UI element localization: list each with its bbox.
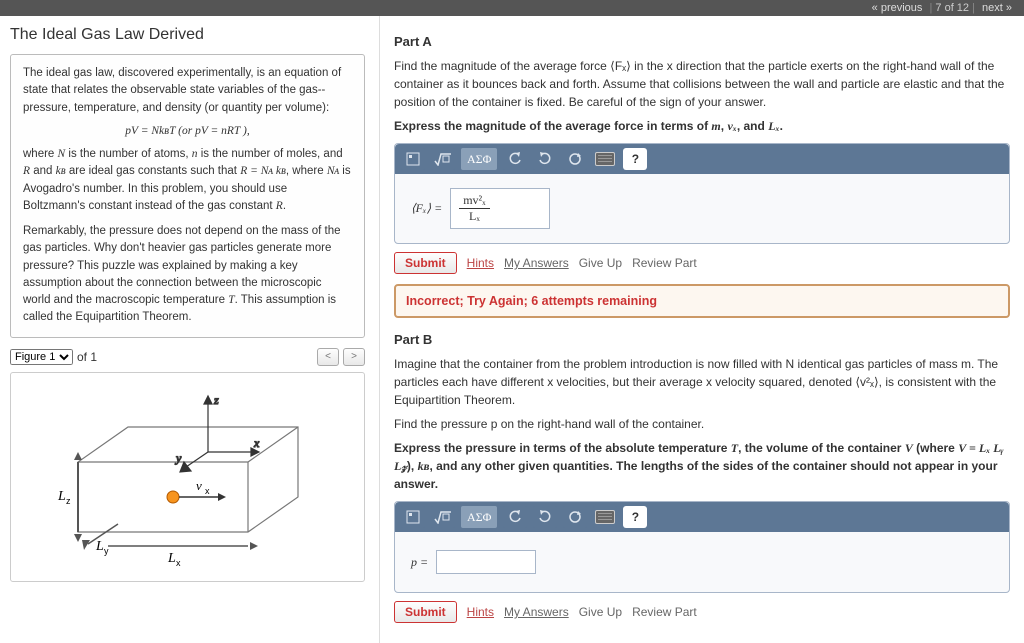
part-a-title: Part A [394,34,1010,49]
part-a-answer-field[interactable]: mv²ₓLₓ [450,188,550,229]
svg-text:y: y [175,451,182,465]
intro-p3: Remarkably, the pressure does not depend… [23,223,352,327]
svg-text:x: x [176,558,181,568]
part-a-prompt: Find the magnitude of the average force … [394,57,1010,111]
redo-icon[interactable] [533,148,557,170]
figure-diagram: Lz Lx Ly v⃗x z x y [10,372,365,582]
feedback-message: Incorrect; Try Again; 6 attempts remaini… [394,284,1010,318]
keyboard-icon[interactable] [593,148,617,170]
part-b-title: Part B [394,332,1010,347]
part-a-lhs: ⟨Fₓ⟩ = [411,201,442,216]
help-button[interactable]: ? [623,506,647,528]
svg-text:L: L [167,551,176,566]
undo-icon[interactable] [503,506,527,528]
figure-pager: Figure 1 of 1 < > [10,348,365,366]
equation-toolbar-b: ΑΣΦ ? [395,502,1009,532]
undo-icon[interactable] [503,148,527,170]
part-a-express: Express the magnitude of the average for… [394,117,1010,135]
redo-icon[interactable] [533,506,557,528]
figure-next-button[interactable]: > [343,348,365,366]
figure-select[interactable]: Figure 1 [10,349,73,365]
sqrt-icon[interactable] [431,148,455,170]
svg-text:L: L [57,489,66,504]
part-b-p2: Find the pressure p on the right-hand wa… [394,415,1010,433]
part-b-lhs: p = [411,555,428,570]
template-icon[interactable] [401,506,425,528]
review-link[interactable]: Review Part [632,256,697,270]
svg-text:z: z [66,496,71,506]
part-a-input-area: ΑΣΦ ? ⟨Fₓ⟩ = mv²ₓLₓ [394,143,1010,244]
figure-prev-button[interactable]: < [317,348,339,366]
intro-p1: The ideal gas law, discovered experiment… [23,65,352,117]
keyboard-icon[interactable] [593,506,617,528]
part-b-answer-field[interactable] [436,550,536,574]
intro-p2: where N is the number of atoms, n is the… [23,146,352,215]
ideal-gas-equation: pV = NkʙT (or pV = nRT ), [23,123,352,140]
review-link[interactable]: Review Part [632,605,697,619]
help-button[interactable]: ? [623,148,647,170]
template-icon[interactable] [401,148,425,170]
part-b-actions: Submit Hints My Answers Give Up Review P… [394,601,1010,623]
reset-icon[interactable] [563,506,587,528]
equation-toolbar: ΑΣΦ ? [395,144,1009,174]
figure-of: of 1 [77,350,97,364]
next-link[interactable]: next » [982,2,1012,14]
svg-text:x: x [205,486,210,496]
top-nav: « previous | 7 of 12 | next » [0,0,1024,16]
greek-button[interactable]: ΑΣΦ [461,148,497,170]
svg-text:v⃗: v⃗ [196,478,212,493]
svg-text:z: z [213,393,219,407]
page-title: The Ideal Gas Law Derived [10,26,365,44]
svg-text:L: L [95,539,104,554]
hints-link[interactable]: Hints [467,256,494,270]
submit-button[interactable]: Submit [394,252,457,274]
give-up-link[interactable]: Give Up [579,256,622,270]
page-counter: 7 of 12 [935,2,969,14]
prev-link[interactable]: « previous [872,2,923,14]
part-a-actions: Submit Hints My Answers Give Up Review P… [394,252,1010,274]
reset-icon[interactable] [563,148,587,170]
my-answers-link[interactable]: My Answers [504,605,569,619]
give-up-link[interactable]: Give Up [579,605,622,619]
intro-box: The ideal gas law, discovered experiment… [10,54,365,338]
sqrt-icon[interactable] [431,506,455,528]
greek-button[interactable]: ΑΣΦ [461,506,497,528]
submit-button[interactable]: Submit [394,601,457,623]
part-b-input-area: ΑΣΦ ? p = [394,501,1010,593]
svg-text:y: y [104,546,109,556]
svg-text:x: x [253,436,260,450]
hints-link[interactable]: Hints [467,605,494,619]
part-b-p1: Imagine that the container from the prob… [394,355,1010,409]
part-b-express: Express the pressure in terms of the abs… [394,439,1010,493]
my-answers-link[interactable]: My Answers [504,256,569,270]
